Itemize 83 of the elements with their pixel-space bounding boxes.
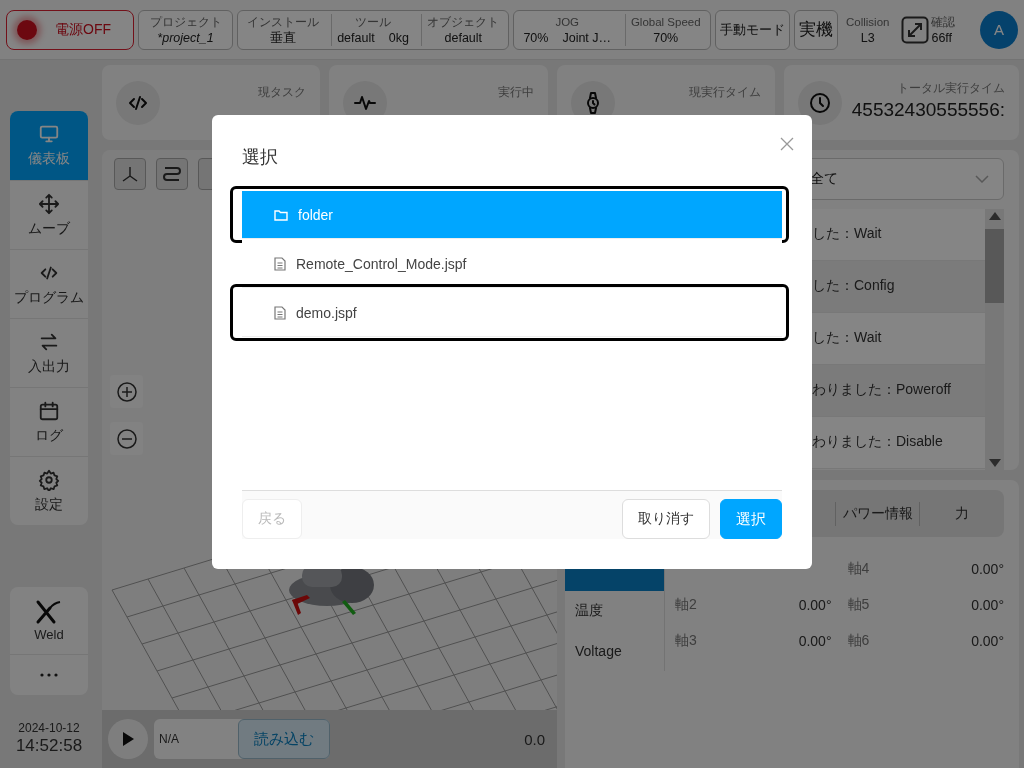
field-value: 70%: [653, 29, 679, 46]
joint-label: 軸4: [847, 560, 870, 578]
project-name: *project_1: [157, 29, 214, 46]
zoom-out-button[interactable]: [110, 422, 143, 455]
joint-label: 軸6: [847, 632, 870, 650]
side-tab[interactable]: 温度: [565, 591, 664, 631]
scroll-up-icon[interactable]: [988, 211, 1001, 220]
joint-value: 0.00°: [798, 633, 832, 649]
document-icon: [274, 305, 286, 320]
select-button[interactable]: 選択: [720, 499, 782, 539]
joint-value: 0.00°: [971, 597, 1004, 613]
field-value: 垂直: [269, 29, 296, 46]
scrollbar[interactable]: [985, 208, 1004, 470]
field-label: JOG: [555, 14, 580, 30]
zoom-out-icon: [115, 427, 138, 450]
more-icon: [40, 673, 58, 677]
joint-label: 軸2: [675, 596, 697, 614]
speed-box[interactable]: JOG 70% Joint J… Global Speed 70%: [513, 9, 711, 50]
nav-item[interactable]: ムーブ: [10, 180, 88, 249]
zoom-in-button[interactable]: [110, 375, 143, 408]
install-box[interactable]: インストール 垂直 ツール default 0kg オブジェクト default: [237, 9, 509, 50]
path-view-button[interactable]: [156, 158, 188, 190]
chevron-down-icon: [975, 174, 989, 183]
collision-level: L3: [860, 29, 875, 46]
field-value: 70%: [523, 29, 549, 46]
settings-icon: [38, 468, 60, 491]
project-box[interactable]: プロジェクト *project_1: [138, 9, 233, 50]
play-icon: [121, 731, 135, 747]
mode-button[interactable]: 実機: [794, 9, 838, 50]
close-icon[interactable]: [780, 137, 794, 151]
field-label: オブジェクト: [427, 14, 500, 30]
nav-item[interactable]: プログラム: [10, 249, 88, 318]
scroll-down-icon[interactable]: [988, 459, 1001, 467]
move-arrows-icon: [38, 192, 60, 215]
mode-button[interactable]: 手動モード: [715, 9, 790, 50]
axes-icon: [120, 164, 140, 184]
clock-icon: [807, 90, 832, 115]
reading-value: 0.0: [524, 730, 546, 748]
power-button[interactable]: 電源OFF: [6, 9, 134, 50]
calendar-icon: [38, 399, 60, 422]
joint-label: 軸5: [847, 596, 870, 614]
joint-value: 0.00°: [798, 597, 832, 613]
document-icon: [274, 256, 286, 271]
confirm-label: 確認: [931, 14, 956, 30]
field-label: インストール: [246, 14, 319, 30]
stat-label: 現実行タイム: [688, 84, 761, 101]
joint-value: 0.00°: [971, 633, 1004, 649]
side-tab[interactable]: Voltage: [565, 631, 664, 671]
file-list-item[interactable]: Remote_Control_Mode.jspf: [242, 240, 782, 288]
zoom-in-icon: [115, 380, 138, 403]
field-label: プロジェクト: [149, 14, 222, 30]
load-button[interactable]: 読み込む: [238, 719, 330, 759]
path-icon: [161, 164, 183, 184]
dialog-title: 選択: [242, 146, 279, 169]
field-value: default: [337, 29, 375, 46]
user-avatar[interactable]: A: [980, 10, 1018, 49]
joint-label: 軸3: [675, 632, 697, 650]
time-text: 14:52:58: [15, 737, 83, 754]
file-list-item[interactable]: folder: [242, 191, 782, 239]
field-value: 0kg: [388, 29, 409, 46]
program-field[interactable]: N/A 読み込む: [154, 719, 330, 759]
nav-item[interactable]: 入出力: [10, 318, 88, 387]
stat-value: 45532430555556:: [851, 99, 1005, 121]
monitor-icon: [38, 123, 60, 145]
expand-icon[interactable]: [901, 15, 930, 44]
info-tab[interactable]: パワー情報: [835, 501, 920, 526]
stat-label: 現タスク: [258, 84, 307, 101]
nav-item[interactable]: 設定: [10, 456, 88, 525]
date-text: 2024-10-12: [18, 720, 80, 737]
field-label: Global Speed: [630, 14, 701, 30]
folder-icon: [274, 208, 288, 221]
axes-view-button[interactable]: [114, 158, 146, 190]
confirm-value: 66ff: [931, 29, 954, 46]
field-value: Joint J…: [562, 29, 612, 46]
info-tab[interactable]: 力: [920, 501, 1004, 526]
play-button[interactable]: [108, 719, 148, 759]
field-value: default: [444, 29, 483, 46]
field-label: ツール: [355, 14, 391, 30]
collision-label: Collision: [846, 14, 890, 30]
nav-item[interactable]: ログ: [10, 387, 88, 456]
stat-label: 実行中: [497, 84, 534, 101]
joint-value: 0.00°: [971, 561, 1004, 577]
cancel-button[interactable]: 取り消す: [622, 499, 710, 539]
